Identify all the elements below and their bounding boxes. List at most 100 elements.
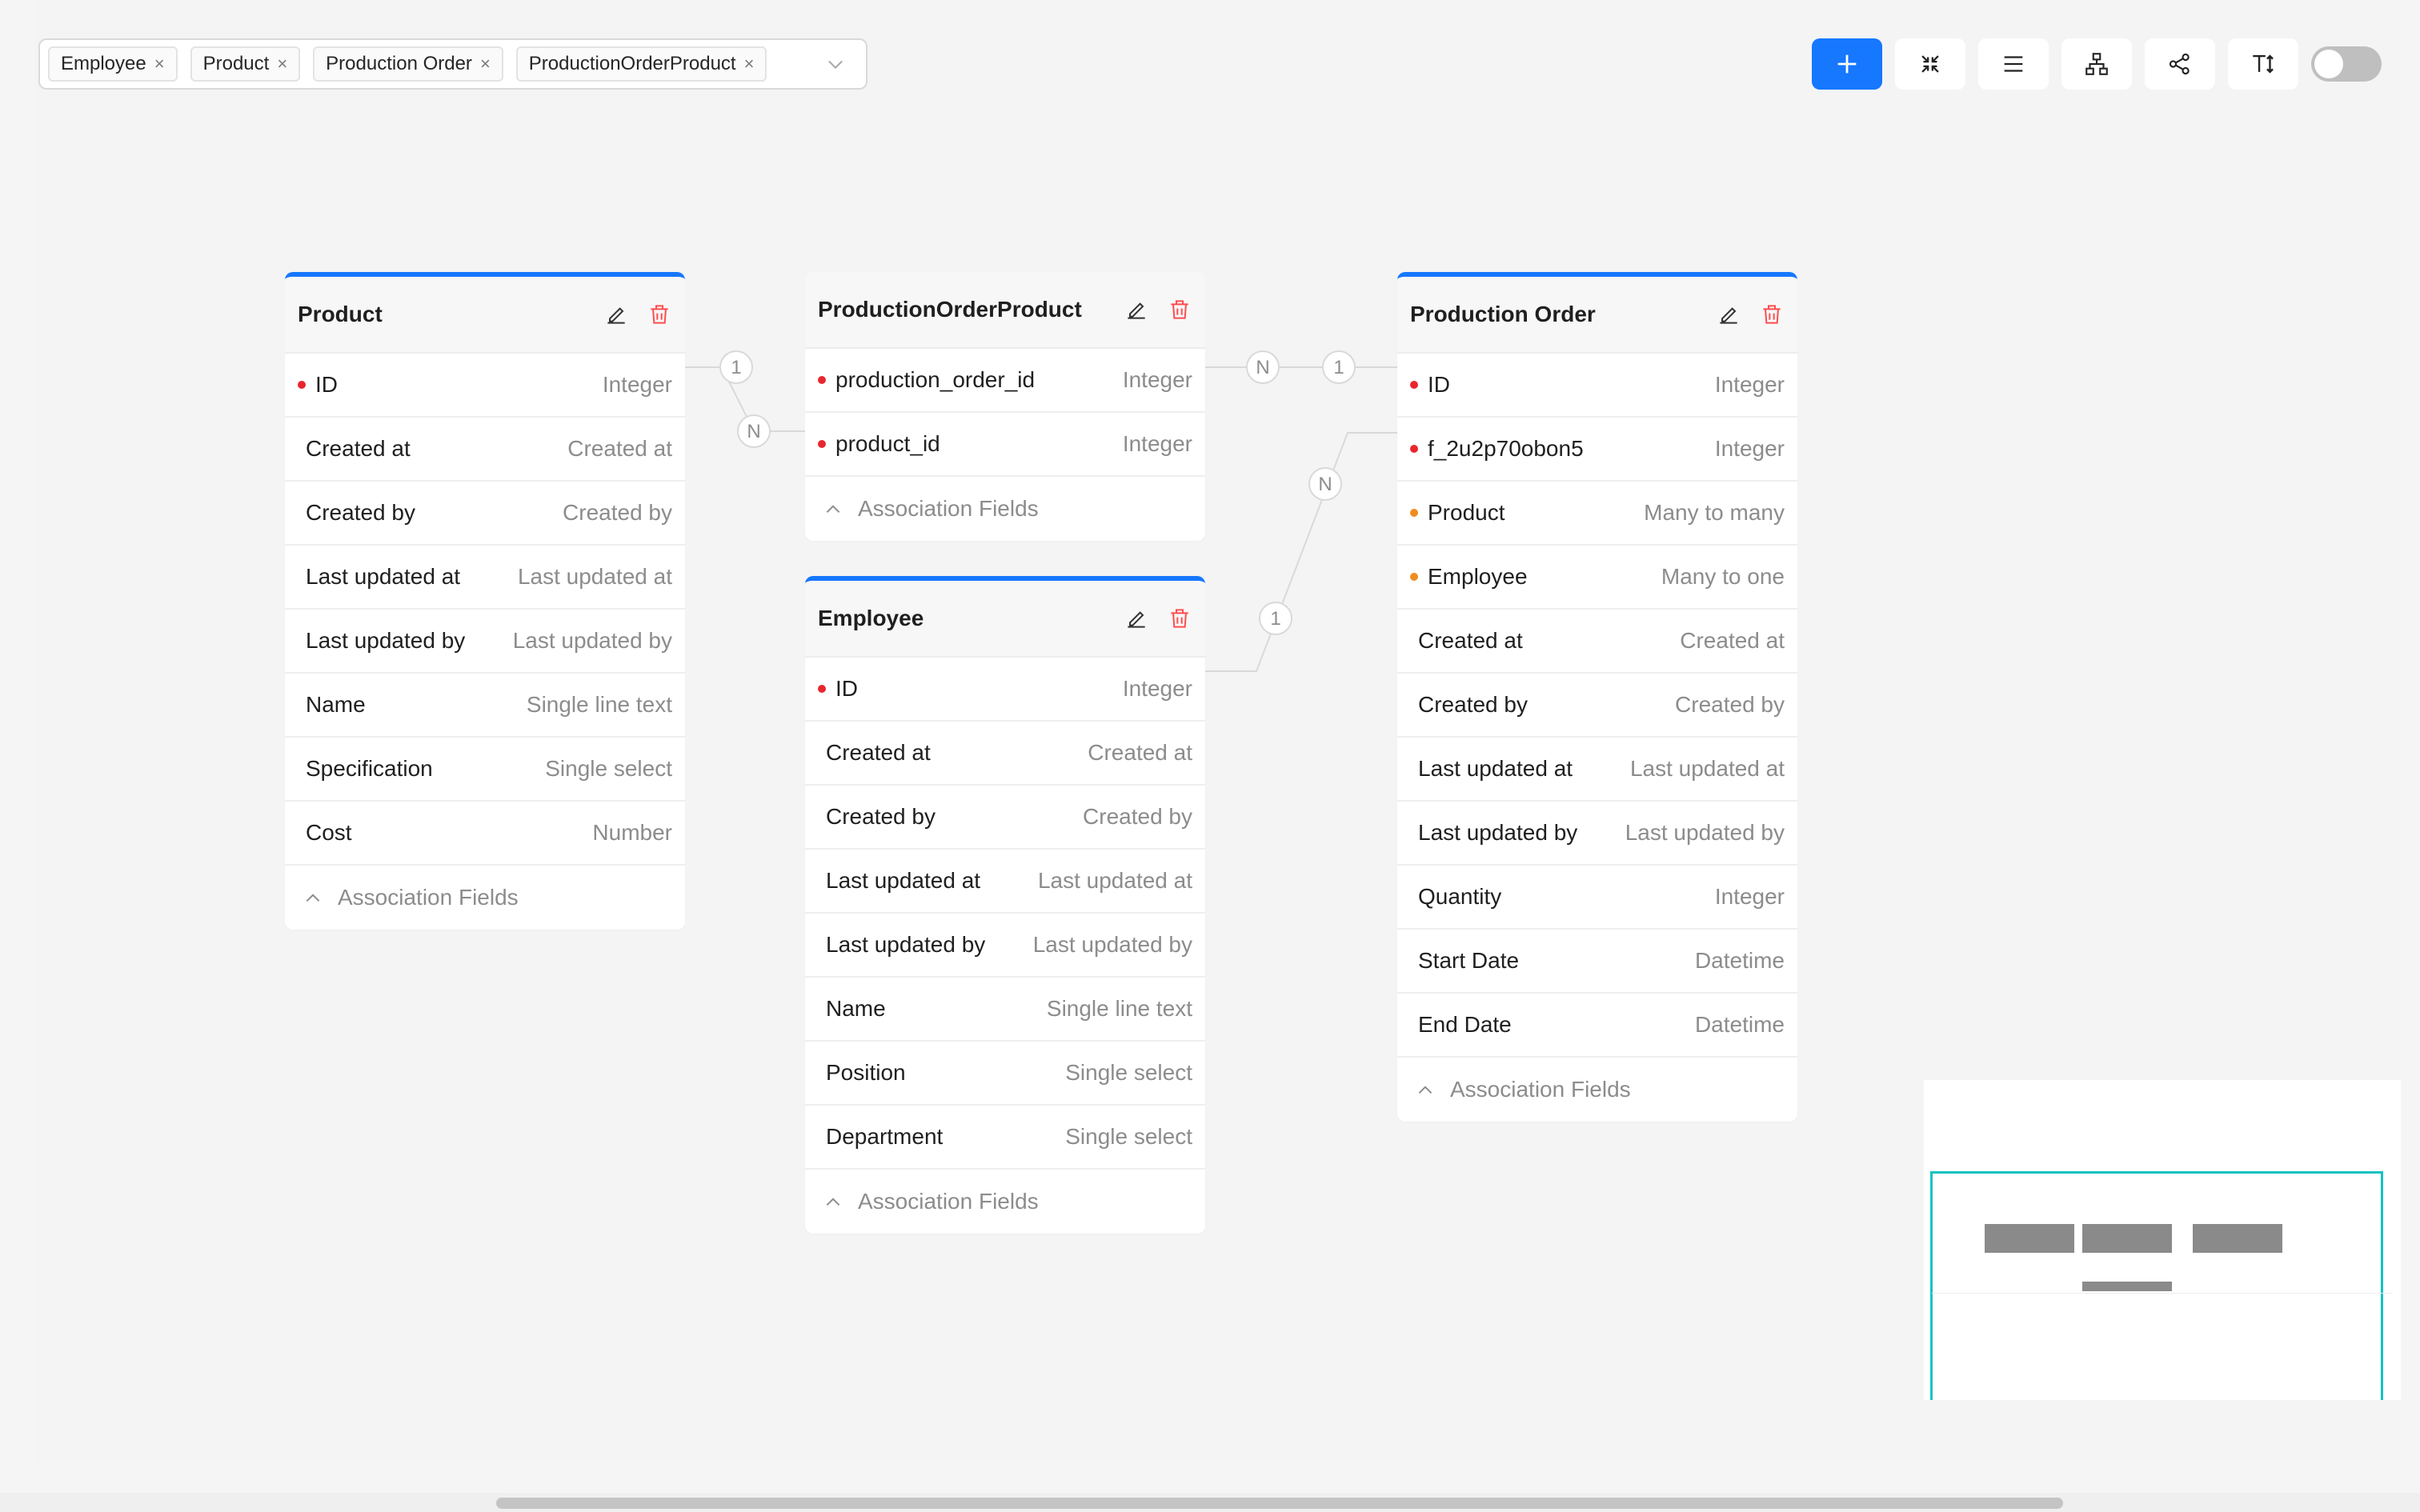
field-row[interactable]: Name Single line text xyxy=(285,674,685,738)
association-dot xyxy=(1410,509,1418,517)
connection-filter-button[interactable] xyxy=(2145,38,2215,90)
association-fields-toggle[interactable]: Association Fields xyxy=(805,477,1205,541)
field-row[interactable]: ID Integer xyxy=(805,658,1205,722)
close-icon[interactable]: × xyxy=(480,55,491,73)
collection-list-button[interactable] xyxy=(1978,38,2049,90)
field-row[interactable]: Last updated at Last updated at xyxy=(285,546,685,610)
close-icon[interactable]: × xyxy=(154,55,165,73)
horizontal-scroll-thumb[interactable] xyxy=(496,1498,2063,1509)
field-type: Single select xyxy=(1065,1060,1192,1085)
field-name-text: Last updated at xyxy=(826,868,981,893)
delete-icon[interactable] xyxy=(1759,302,1785,327)
field-name-text: Name xyxy=(306,692,366,717)
card-header[interactable]: Product xyxy=(285,277,685,354)
field-row[interactable]: Employee Many to one xyxy=(1397,546,1797,610)
field-row[interactable]: Cost Number xyxy=(285,802,685,866)
field-row[interactable]: Created at Created at xyxy=(285,418,685,482)
field-name: production_order_id xyxy=(818,367,1035,393)
field-name-text: Name xyxy=(826,996,886,1021)
field-row[interactable]: Created by Created by xyxy=(805,786,1205,850)
collection-card-product[interactable]: Product ID Integer Created at Created at Crea… xyxy=(285,272,685,930)
field-name-text: Created by xyxy=(1418,692,1528,717)
field-row[interactable]: Last updated at Last updated at xyxy=(1397,738,1797,802)
minimap[interactable] xyxy=(1924,1080,2401,1400)
field-name: f_2u2p70obon5 xyxy=(1410,436,1584,462)
association-fields-toggle[interactable]: Association Fields xyxy=(1397,1058,1797,1122)
field-type: Many to one xyxy=(1661,564,1785,589)
field-name-text: Last updated at xyxy=(1418,756,1573,781)
field-name-text: ID xyxy=(835,676,858,701)
minimap-divider xyxy=(1932,1293,2393,1294)
field-name-text: Created at xyxy=(1418,628,1523,653)
field-name-text: f_2u2p70obon5 xyxy=(1428,436,1584,461)
card-title: Product xyxy=(298,302,383,326)
collection-card-production-order-product[interactable]: ProductionOrderProduct production_order_i… xyxy=(805,272,1205,541)
field-row[interactable]: ID Integer xyxy=(285,354,685,418)
field-row[interactable]: Created at Created at xyxy=(1397,610,1797,674)
edit-icon[interactable] xyxy=(1716,302,1741,327)
close-icon[interactable]: × xyxy=(744,55,755,73)
filter-tag-label: Product xyxy=(202,53,270,74)
edit-icon[interactable] xyxy=(603,302,629,327)
field-row[interactable]: production_order_id Integer xyxy=(805,349,1205,413)
field-row[interactable]: Specification Single select xyxy=(285,738,685,802)
filter-tag-employee: Employee × xyxy=(48,46,178,82)
association-fields-toggle[interactable]: Association Fields xyxy=(805,1170,1205,1234)
association-fields-toggle[interactable]: Association Fields xyxy=(285,866,685,930)
field-type: Created by xyxy=(563,500,672,525)
field-type: Integer xyxy=(1122,367,1192,392)
field-row[interactable]: Last updated by Last updated by xyxy=(1397,802,1797,866)
card-header[interactable]: Production Order xyxy=(1397,277,1797,354)
field-row[interactable]: End Date Datetime xyxy=(1397,994,1797,1058)
field-name: Created by xyxy=(1410,692,1528,718)
card-header[interactable]: ProductionOrderProduct xyxy=(805,272,1205,349)
field-name: Last updated at xyxy=(1410,756,1573,782)
field-row[interactable]: Start Date Datetime xyxy=(1397,930,1797,994)
add-collection-button[interactable] xyxy=(1812,38,1882,90)
field-row[interactable]: Created by Created by xyxy=(285,482,685,546)
field-row[interactable]: Quantity Integer xyxy=(1397,866,1797,930)
collection-card-production-order[interactable]: Production Order ID Integer f_2u2p70obon5 In… xyxy=(1397,272,1797,1122)
auto-layout-button[interactable] xyxy=(2061,38,2132,90)
field-row[interactable]: Created by Created by xyxy=(1397,674,1797,738)
share-icon xyxy=(2169,53,2190,75)
field-row[interactable]: Last updated by Last updated by xyxy=(805,914,1205,978)
field-row[interactable]: Department Single select xyxy=(805,1106,1205,1170)
field-name: Name xyxy=(818,996,886,1022)
primary-key-dot xyxy=(298,381,306,389)
close-icon[interactable]: × xyxy=(277,55,287,73)
display-title-button[interactable] xyxy=(2228,38,2298,90)
field-type: Integer xyxy=(1714,372,1785,397)
edit-icon[interactable] xyxy=(1124,297,1149,322)
field-type: Created by xyxy=(1083,804,1192,829)
delete-icon[interactable] xyxy=(647,302,672,327)
field-row[interactable]: Created at Created at xyxy=(805,722,1205,786)
minimap-node-production-order-product xyxy=(2082,1224,2172,1253)
field-type: Datetime xyxy=(1694,948,1785,973)
card-header[interactable]: Employee xyxy=(805,581,1205,658)
field-row[interactable]: Position Single select xyxy=(805,1042,1205,1106)
collection-card-employee[interactable]: Employee ID Integer Created at Created at Cre… xyxy=(805,576,1205,1234)
delete-icon[interactable] xyxy=(1167,297,1192,322)
field-row[interactable]: Product Many to many xyxy=(1397,482,1797,546)
display-mode-toggle[interactable] xyxy=(2311,46,2382,82)
delete-icon[interactable] xyxy=(1167,606,1192,631)
field-type: Last updated by xyxy=(512,628,672,653)
hierarchy-icon xyxy=(2085,53,2108,75)
field-row[interactable]: Last updated by Last updated by xyxy=(285,610,685,674)
field-name-text: Created at xyxy=(306,436,411,461)
edit-icon[interactable] xyxy=(1124,606,1149,631)
field-row[interactable]: Name Single line text xyxy=(805,978,1205,1042)
fit-view-button[interactable] xyxy=(1895,38,1965,90)
chevron-up-icon xyxy=(306,894,320,902)
chevron-down-icon[interactable] xyxy=(824,53,847,75)
field-name-text: Employee xyxy=(1428,564,1528,589)
field-name: Created at xyxy=(818,740,931,766)
field-row[interactable]: f_2u2p70obon5 Integer xyxy=(1397,418,1797,482)
field-row[interactable]: Last updated at Last updated at xyxy=(805,850,1205,914)
field-row[interactable]: ID Integer xyxy=(1397,354,1797,418)
collection-filter-select[interactable]: Employee × Product × Production Order × … xyxy=(38,38,867,90)
field-type: Last updated at xyxy=(1629,756,1785,781)
field-name-text: ID xyxy=(1428,372,1450,397)
field-row[interactable]: product_id Integer xyxy=(805,413,1205,477)
